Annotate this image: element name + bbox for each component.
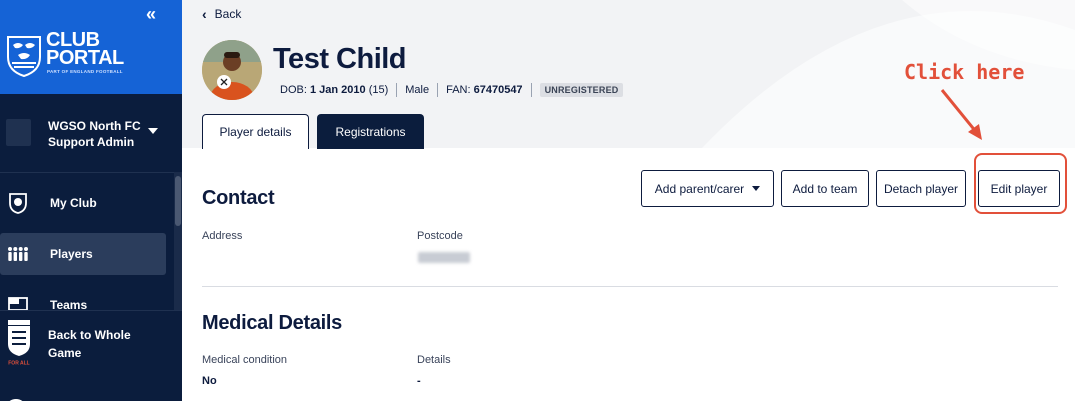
lions-crest-icon [7, 36, 41, 77]
add-parent-carer-label: Add parent/carer [654, 181, 745, 196]
details-value: - [417, 375, 421, 387]
add-parent-carer-button[interactable]: Add parent/carer [641, 170, 774, 207]
fan-value: 67470547 [473, 84, 523, 96]
dob-value: 1 Jan 2010 [309, 84, 366, 96]
annotation-arrow-icon [940, 89, 982, 140]
club-role-line: Support Admin [48, 135, 135, 149]
brand-subtitle: PART OF ENGLAND FOOTBALL [47, 69, 123, 74]
brand-header: « CLUB PORTAL PART OF ENGLAND FOOTBALL [0, 0, 182, 94]
postcode-label: Postcode [417, 230, 463, 242]
medical-condition-label: Medical condition [202, 354, 287, 366]
status-badge: UNREGISTERED [539, 83, 624, 97]
sidebar-scrollbar-thumb[interactable] [175, 176, 181, 226]
players-icon [8, 247, 28, 261]
tab-player-details[interactable]: Player details [202, 114, 309, 149]
brand-line-2: PORTAL [46, 47, 124, 69]
detach-player-button[interactable]: Detach player [876, 170, 966, 207]
address-label: Address [202, 230, 243, 242]
back-line-1: Back to Whole [48, 328, 131, 342]
main-content: ‹ Back Test Child DOB: 1 Jan 2010 (15) M… [182, 0, 1075, 401]
avatar [202, 40, 262, 100]
chevron-left-icon: ‹ [202, 6, 207, 22]
medical-details-title: Medical Details [202, 312, 343, 334]
back-to-whole-game-label: Back to Whole Game [48, 326, 131, 362]
fa-for-all-badge-icon: FOR ALL [8, 320, 30, 367]
fan-label: FAN: [446, 84, 471, 96]
dob-label: DOB: [280, 84, 307, 96]
section-divider [202, 286, 1058, 287]
details-label: Details [417, 354, 451, 366]
annotation-text: Click here [904, 60, 1025, 84]
player-name: Test Child [273, 43, 407, 75]
club-name-line-1: WGSO North FC [48, 119, 141, 133]
add-to-team-button[interactable]: Add to team [781, 170, 869, 207]
caret-down-icon [752, 186, 761, 191]
postcode-value-redacted [418, 252, 470, 263]
club-logo [6, 119, 31, 146]
sidebar-item-my-club[interactable]: My Club [0, 182, 166, 224]
back-line-2: Game [48, 346, 82, 360]
meta-separator [437, 83, 439, 97]
tab-registrations[interactable]: Registrations [317, 114, 424, 149]
player-meta: DOB: 1 Jan 2010 (15) Male FAN: 67470547 … [280, 83, 624, 97]
sidebar-item-label: Players [50, 247, 93, 261]
svg-text:FOR ALL: FOR ALL [8, 361, 29, 367]
meta-separator [396, 83, 398, 97]
club-name: WGSO North FC Support Admin [48, 118, 141, 150]
age-value: (15) [368, 84, 389, 96]
sidebar: « CLUB PORTAL PART OF ENGLAND FOOTBALL W… [0, 0, 182, 401]
meta-separator [530, 83, 532, 97]
contact-title: Contact [202, 187, 275, 209]
sidebar-divider [0, 172, 182, 173]
caret-down-icon[interactable] [148, 128, 158, 134]
collapse-sidebar-icon[interactable]: « [146, 4, 156, 25]
medical-condition-value: No [202, 375, 217, 387]
shield-icon [9, 193, 27, 214]
sidebar-item-label: My Club [50, 196, 97, 210]
annotation-highlight-box [974, 153, 1067, 214]
brand-title: CLUB PORTAL [46, 30, 124, 69]
back-label: Back [214, 7, 242, 21]
partial-icon [9, 399, 23, 401]
back-link[interactable]: ‹ Back [202, 6, 241, 22]
sidebar-item-players[interactable]: Players [0, 233, 166, 275]
gender-value: Male [405, 84, 430, 96]
